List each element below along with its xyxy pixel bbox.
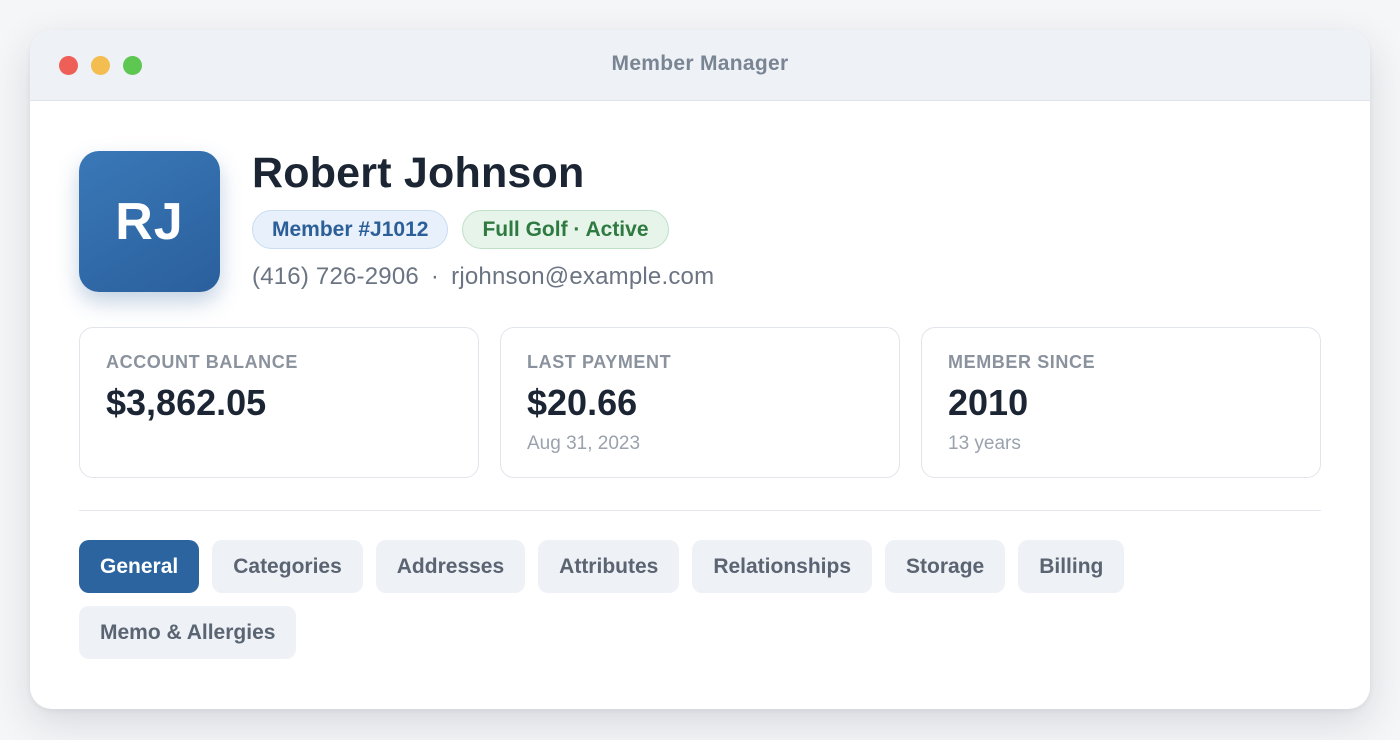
tab-categories[interactable]: Categories [212, 540, 363, 593]
stat-card-account-balance: ACCOUNT BALANCE $3,862.05 [79, 327, 479, 478]
member-identity: Robert Johnson Member #J1012 Full Golf ·… [252, 151, 714, 291]
stat-label: ACCOUNT BALANCE [106, 352, 298, 372]
tab-billing[interactable]: Billing [1018, 540, 1125, 593]
member-badges: Member #J1012 Full Golf · Active [252, 210, 714, 249]
stat-card-member-since: MEMBER SINCE 2010 13 years [921, 327, 1321, 478]
tab-memo-allergies[interactable]: Memo & Allergies [79, 606, 297, 659]
tab-attributes[interactable]: Attributes [538, 540, 680, 593]
app-window: Member Manager RJ Robert Johnson Member … [30, 30, 1370, 709]
stat-subtext: 13 years [948, 433, 1021, 454]
contact-separator: · [430, 263, 440, 290]
stat-value: $20.66 [527, 382, 638, 423]
stat-card-last-payment: LAST PAYMENT $20.66 Aug 31, 2023 [500, 327, 900, 478]
stat-value: 2010 [948, 382, 1029, 423]
tab-general[interactable]: General [79, 540, 200, 593]
stat-subtext: Aug 31, 2023 [527, 433, 641, 454]
stat-label: MEMBER SINCE [948, 352, 1096, 372]
member-number-badge: Member #J1012 [252, 210, 449, 249]
section-divider [79, 510, 1321, 511]
tab-relationships[interactable]: Relationships [692, 540, 873, 593]
member-header: RJ Robert Johnson Member #J1012 Full Gol… [79, 151, 1321, 292]
member-email: rjohnson@example.com [451, 263, 715, 290]
member-name: Robert Johnson [252, 149, 585, 197]
tab-storage[interactable]: Storage [885, 540, 1006, 593]
title-bar: Member Manager [30, 30, 1370, 101]
window-title: Member Manager [611, 52, 789, 75]
stat-value: $3,862.05 [106, 382, 267, 423]
member-profile: RJ Robert Johnson Member #J1012 Full Gol… [30, 101, 1370, 659]
stats-row: ACCOUNT BALANCE $3,862.05 LAST PAYMENT $… [79, 327, 1321, 478]
avatar: RJ [79, 151, 220, 292]
membership-status-badge: Full Golf · Active [462, 210, 669, 249]
member-phone: (416) 726-2906 [252, 263, 419, 290]
member-contact: (416) 726-2906 · rjohnson@example.com [252, 263, 714, 291]
tab-addresses[interactable]: Addresses [375, 540, 526, 593]
profile-tabs: General Categories Addresses Attributes … [79, 540, 1179, 659]
stat-label: LAST PAYMENT [527, 352, 672, 372]
